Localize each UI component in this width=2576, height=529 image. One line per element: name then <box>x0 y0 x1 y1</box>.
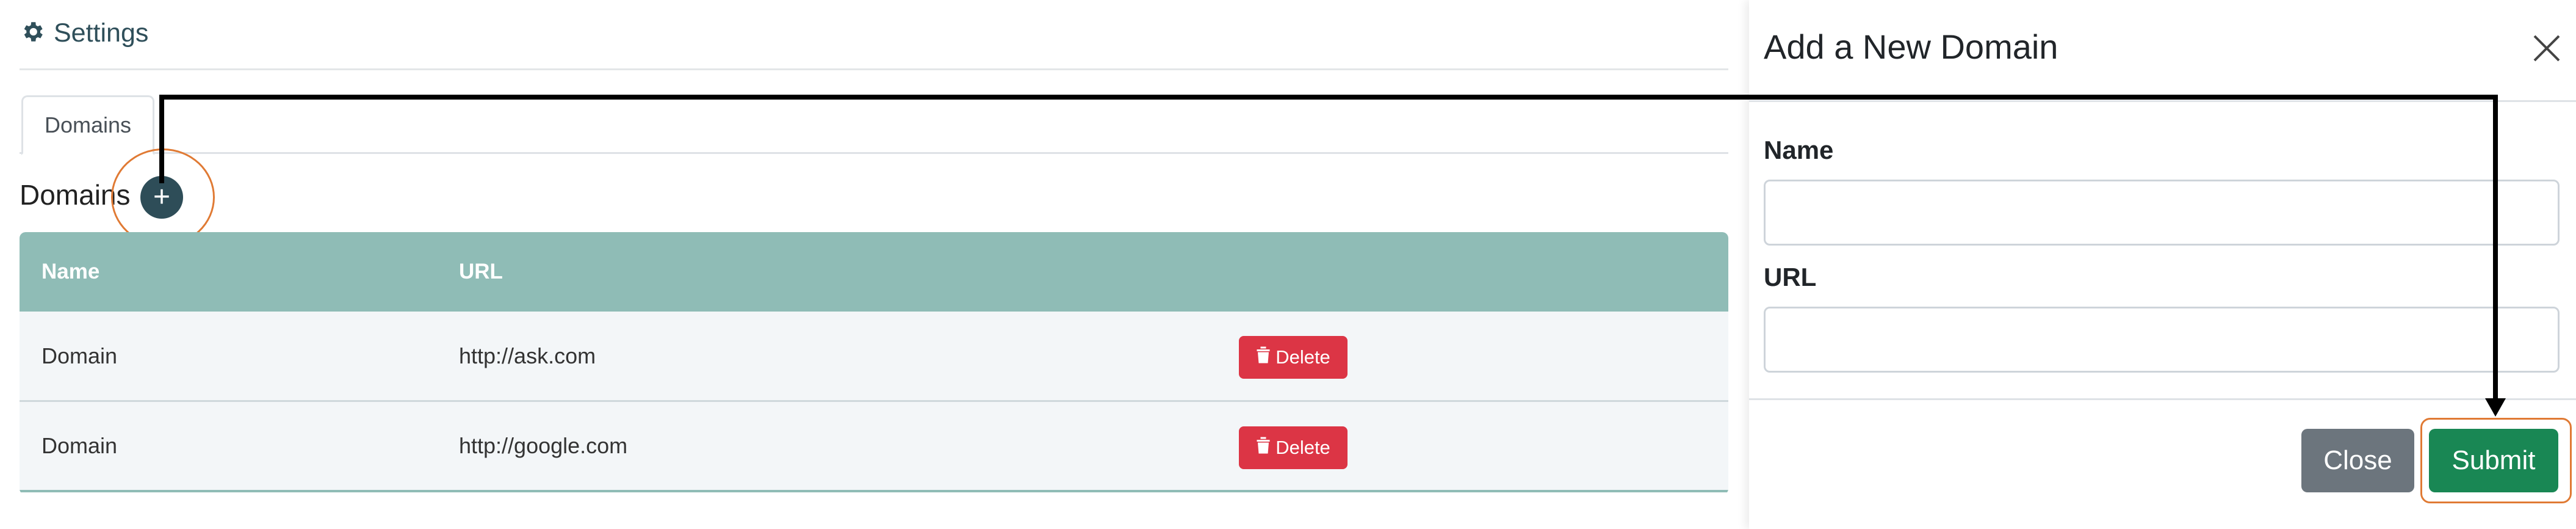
delete-label: Delete <box>1275 346 1330 368</box>
add-domain-button[interactable]: + <box>140 176 183 219</box>
modal-title: Add a New Domain <box>1764 27 2058 66</box>
delete-button[interactable]: Delete <box>1239 426 1348 469</box>
tab-domains[interactable]: Domains <box>21 95 154 155</box>
submit-button[interactable]: Submit <box>2429 429 2558 492</box>
modal-header-divider <box>1749 100 2576 102</box>
delete-button[interactable]: Delete <box>1239 336 1348 379</box>
url-label: URL <box>1764 263 1817 291</box>
delete-label: Delete <box>1275 437 1330 458</box>
table-header: Name URL <box>20 232 1728 312</box>
column-header-url: URL <box>459 260 503 283</box>
page-title: Settings <box>54 18 149 48</box>
cell-url: http://google.com <box>459 433 628 458</box>
page-header: Settings <box>20 9 148 57</box>
cell-name: Domain <box>41 433 118 458</box>
table-row: Domain http://google.com Delete <box>20 402 1728 492</box>
tab-bar: Domains <box>20 93 1728 155</box>
name-label: Name <box>1764 136 1834 164</box>
add-domain-modal: Add a New Domain Name URL Close Submit <box>1749 0 2576 529</box>
cell-url: http://ask.com <box>459 343 596 368</box>
close-button[interactable]: Close <box>2301 429 2414 492</box>
settings-page: Settings Domains Domains + Name URL Doma… <box>0 0 1752 529</box>
cell-name: Domain <box>41 343 118 368</box>
table-row: Domain http://ask.com Delete <box>20 312 1728 402</box>
gear-icon <box>20 19 45 48</box>
column-header-name: Name <box>41 260 100 283</box>
header-divider <box>20 68 1728 70</box>
domains-table: Name URL Domain http://ask.com Delete Do… <box>20 232 1728 495</box>
plus-icon: + <box>153 181 171 213</box>
close-icon[interactable] <box>2525 27 2568 70</box>
trash-icon <box>1256 346 1271 369</box>
modal-footer-divider <box>1749 398 2576 400</box>
name-field[interactable] <box>1764 180 2560 246</box>
trash-icon <box>1256 436 1271 459</box>
section-title: Domains <box>20 179 131 211</box>
url-field[interactable] <box>1764 307 2560 373</box>
